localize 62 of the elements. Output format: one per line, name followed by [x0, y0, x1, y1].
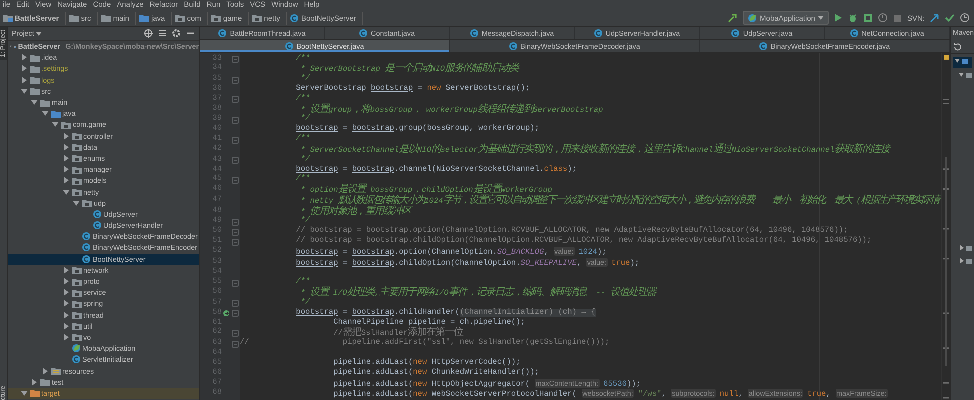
class-icon: [758, 42, 768, 50]
class-icon: [470, 28, 479, 38]
caret-icon: [36, 30, 42, 36]
warning-icon: [944, 55, 948, 60]
source-folder-icon: [50, 110, 60, 118]
package-icon: [72, 132, 82, 140]
hammer-icon: [728, 13, 738, 23]
package-icon: [72, 311, 82, 320]
module-icon: [3, 14, 13, 22]
clock-icon: [960, 13, 970, 23]
package-icon: [72, 288, 82, 297]
class-icon: [92, 210, 102, 219]
bug-icon: [848, 13, 858, 23]
spring-class-icon: [72, 344, 80, 354]
class-icon: [508, 42, 518, 50]
profiler-icon: [878, 13, 888, 23]
package-icon: [72, 176, 82, 185]
spring-class-icon: [748, 14, 758, 22]
folder-icon: [101, 14, 112, 22]
package-icon: [72, 300, 82, 308]
caret-icon: [818, 15, 824, 21]
package-icon: [72, 188, 82, 196]
class-icon: [284, 42, 294, 50]
crosshair-icon: [144, 29, 153, 38]
package-icon: [72, 322, 82, 330]
package-icon: [175, 14, 186, 22]
package-icon: [82, 199, 92, 208]
coverage-icon: [863, 13, 874, 23]
class-icon: [850, 28, 859, 38]
folder-icon: [959, 258, 973, 265]
class-icon: [594, 28, 603, 38]
refresh-icon: [953, 42, 962, 51]
stop-icon: [893, 14, 902, 22]
package-icon: [72, 266, 82, 274]
class-icon: [82, 254, 91, 264]
class-icon: [731, 28, 740, 38]
folder-icon: [959, 72, 973, 79]
resources-folder-icon: [50, 367, 60, 376]
run-icon: [834, 13, 844, 23]
folder-icon: [69, 14, 80, 22]
collapse-icon: [158, 29, 167, 38]
package-icon: [72, 154, 82, 162]
settings-icon: [172, 29, 181, 38]
folder-icon: [959, 245, 973, 252]
class-icon: [82, 243, 91, 252]
class-icon: [359, 28, 368, 38]
package-icon: [61, 120, 71, 129]
package-icon: [72, 278, 82, 286]
update-arrow-icon: [930, 13, 940, 23]
package-icon: [72, 143, 82, 152]
package-icon: [252, 14, 262, 22]
maven-project-icon: [955, 58, 969, 65]
check-icon: [945, 13, 955, 23]
class-icon: [290, 14, 300, 22]
package-icon: [72, 333, 82, 342]
source-folder-icon: [139, 14, 150, 22]
class-icon: [92, 221, 102, 230]
class-icon: [72, 355, 80, 364]
class-icon: [218, 28, 228, 38]
package-icon: [211, 14, 222, 22]
package-icon: [72, 166, 82, 174]
class-icon: [82, 232, 91, 242]
